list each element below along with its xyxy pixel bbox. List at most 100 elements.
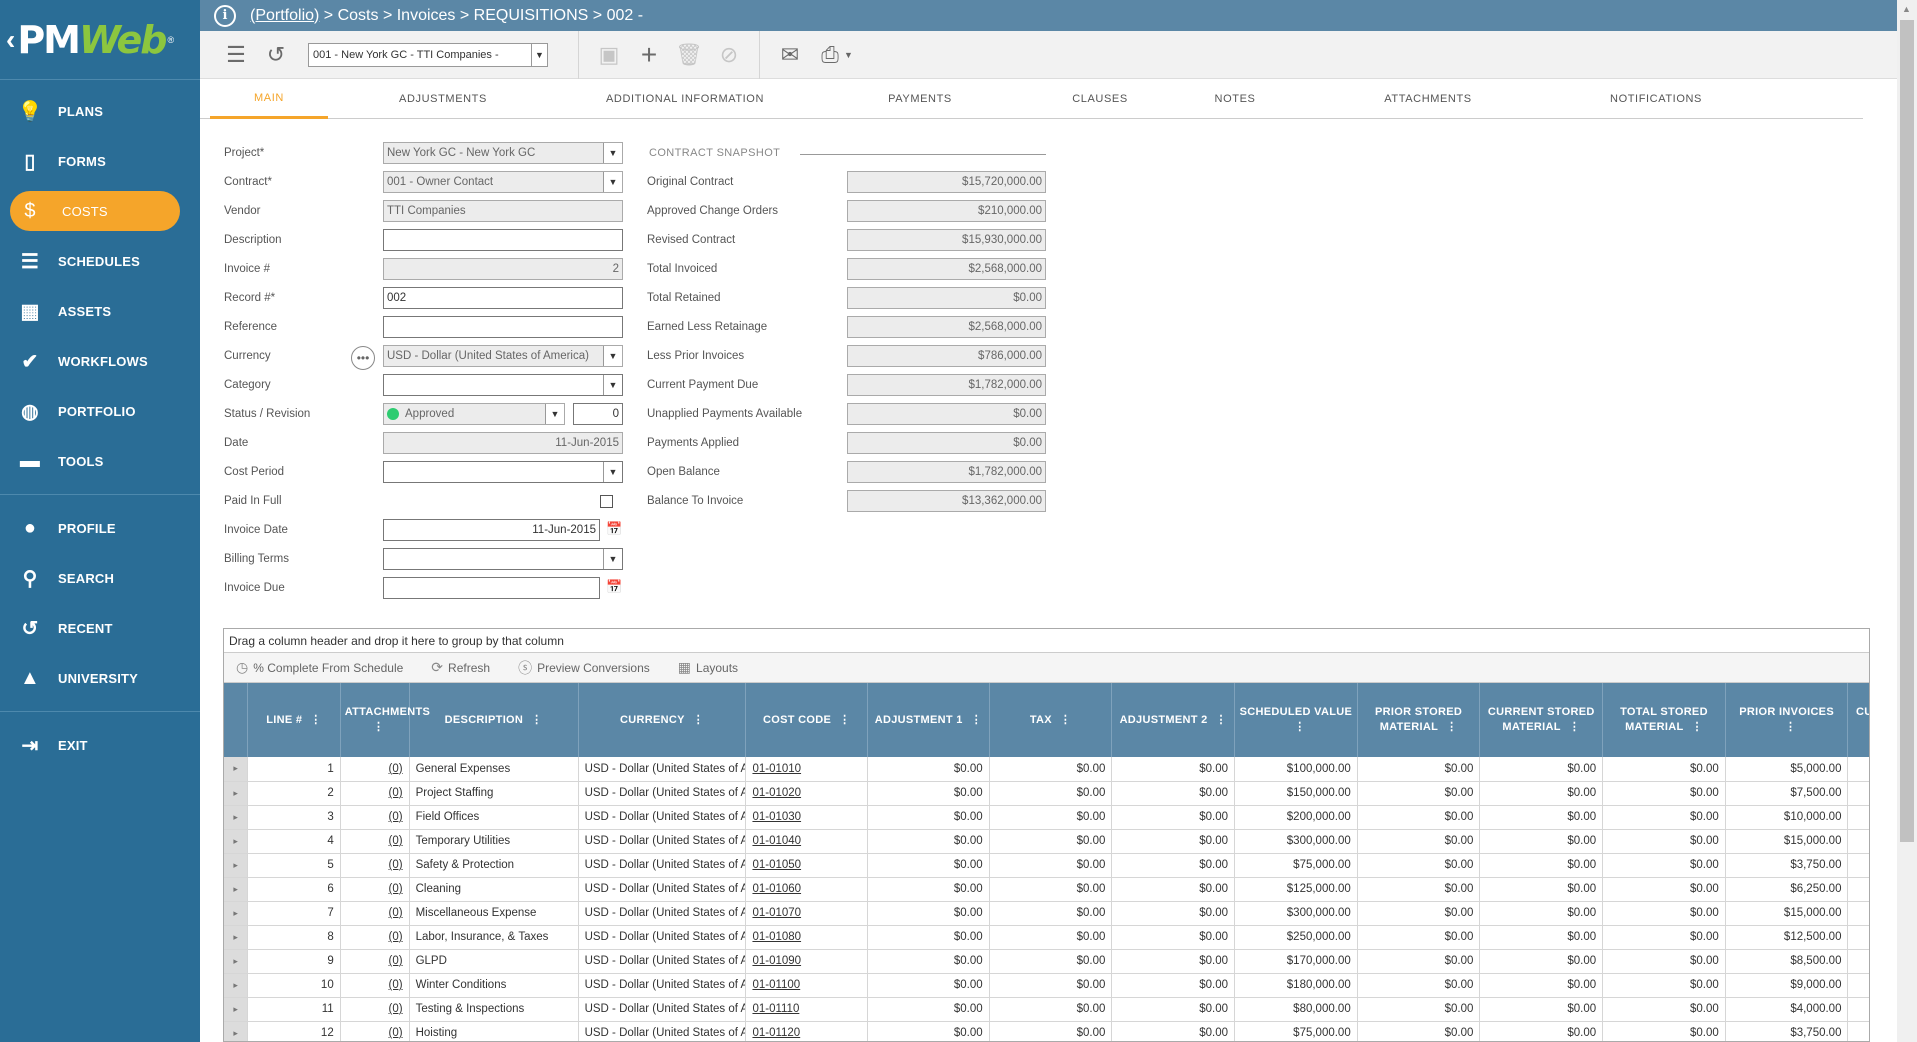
cell-attachments[interactable]: (0) <box>340 829 410 854</box>
expand-row-icon[interactable]: ▸ <box>224 829 249 854</box>
cell-attachments[interactable]: (0) <box>340 781 410 806</box>
expand-row-icon[interactable]: ▸ <box>224 781 249 806</box>
invoice-due-input[interactable] <box>383 577 600 599</box>
column-header-currency[interactable]: CURRENCY ⋮ <box>578 683 747 757</box>
tab-notes[interactable]: NOTES <box>1190 79 1280 119</box>
sidebar-item-university[interactable]: ▲ UNIVERSITY <box>0 653 200 703</box>
vertical-scrollbar[interactable]: ▲ <box>1897 0 1917 1042</box>
cell-attachments[interactable]: (0) <box>340 853 410 878</box>
sidebar-item-recent[interactable]: ↺ RECENT <box>0 603 200 653</box>
column-menu-icon[interactable]: ⋮ <box>1216 713 1227 728</box>
table-row[interactable]: ▸ 9 (0) GLPD USD - Dollar (United States of … <box>224 949 1869 974</box>
column-menu-icon[interactable]: ⋮ <box>531 713 542 728</box>
chevron-down-icon[interactable]: ▼ <box>603 143 622 163</box>
info-icon[interactable]: i <box>214 4 236 27</box>
refresh-button[interactable]: ⟳ Refresh <box>431 659 490 676</box>
cell-cost-code[interactable]: 01-01050 <box>745 853 869 878</box>
expand-row-icon[interactable]: ▸ <box>224 901 249 926</box>
column-menu-icon[interactable]: ⋮ <box>693 713 704 728</box>
cell-attachments[interactable]: (0) <box>340 949 410 974</box>
currency-more-icon[interactable]: ••• <box>351 346 375 370</box>
cell-cost-code[interactable]: 01-01030 <box>745 805 869 830</box>
column-header-line-number[interactable]: LINE # ⋮ <box>247 683 341 757</box>
column-header-prior-invoices[interactable]: PRIOR INVOICES ⋮ <box>1725 683 1849 757</box>
sidebar-item-plans[interactable]: 💡 PLANS <box>0 86 200 136</box>
expand-row-icon[interactable]: ▸ <box>224 853 249 878</box>
collapse-chevron-icon[interactable]: ‹ <box>6 24 15 56</box>
column-header-total-stored-material[interactable]: TOTAL STORED MATERIAL ⋮ <box>1602 683 1726 757</box>
cell-cost-code[interactable]: 01-01120 <box>745 1021 869 1041</box>
chevron-down-icon[interactable]: ▼ <box>545 404 564 424</box>
column-header-current-invoice[interactable]: CURRENT INVOICE⋮ <box>1847 683 1869 757</box>
table-row[interactable]: ▸ 6 (0) Cleaning USD - Dollar (United States… <box>224 877 1869 902</box>
expand-row-icon[interactable]: ▸ <box>224 877 249 902</box>
scrollbar-thumb[interactable] <box>1900 20 1914 842</box>
table-row[interactable]: ▸ 5 (0) Safety & Protection USD - Dollar (Un… <box>224 853 1869 878</box>
calendar-icon[interactable]: 📅 <box>606 579 622 595</box>
expand-row-icon[interactable]: ▸ <box>224 997 249 1022</box>
void-icon[interactable]: ⊘ <box>709 35 749 75</box>
contract-select[interactable]: 001 - Owner Contact ▼ <box>383 171 623 193</box>
cell-cost-code[interactable]: 01-01090 <box>745 949 869 974</box>
expand-row-icon[interactable]: ▸ <box>224 949 249 974</box>
column-header-tax[interactable]: TAX ⋮ <box>989 683 1113 757</box>
revision-input[interactable]: 0 <box>573 403 623 425</box>
scroll-up-icon[interactable]: ▲ <box>1902 4 1911 14</box>
preview-conversions-button[interactable]: ⓢ Preview Conversions <box>518 658 650 678</box>
cell-attachments[interactable]: (0) <box>340 997 410 1022</box>
sidebar-item-exit[interactable]: ⇥ EXIT <box>0 720 200 770</box>
table-row[interactable]: ▸ 3 (0) Field Offices USD - Dollar (United S… <box>224 805 1869 830</box>
cell-cost-code[interactable]: 01-01010 <box>745 757 869 782</box>
percent-complete-button[interactable]: ◷ % Complete From Schedule <box>236 659 403 676</box>
cell-attachments[interactable]: (0) <box>340 1021 410 1041</box>
invoice-date-input[interactable]: 11-Jun-2015 <box>383 519 600 541</box>
column-header-current-stored-material[interactable]: CURRENT STORED MATERIAL ⋮ <box>1479 683 1604 757</box>
email-icon[interactable]: ✉ <box>770 35 810 75</box>
table-row[interactable]: ▸ 8 (0) Labor, Insurance, & Taxes USD - Doll… <box>224 925 1869 950</box>
group-drop-area[interactable]: Drag a column header and drop it here to… <box>224 629 1869 653</box>
chevron-down-icon[interactable]: ▼ <box>603 549 622 569</box>
sidebar-item-tools[interactable]: ▬ TOOLS <box>0 436 200 486</box>
sidebar-item-profile[interactable]: ● PROFILE <box>0 503 200 553</box>
column-header-adjustment-1[interactable]: ADJUSTMENT 1 ⋮ <box>867 683 990 757</box>
column-header-prior-stored-material[interactable]: PRIOR STORED MATERIAL ⋮ <box>1357 683 1481 757</box>
column-menu-icon[interactable]: ⋮ <box>839 713 850 728</box>
cost-period-select[interactable]: ▼ <box>383 461 623 483</box>
print-dropdown-icon[interactable]: ▼ <box>844 50 853 60</box>
cell-attachments[interactable]: (0) <box>340 877 410 902</box>
cell-cost-code[interactable]: 01-01020 <box>745 781 869 806</box>
column-header-scheduled-value[interactable]: SCHEDULED VALUE ⋮ <box>1234 683 1358 757</box>
chevron-down-icon[interactable]: ▼ <box>603 462 622 482</box>
cell-attachments[interactable]: (0) <box>340 973 410 998</box>
sidebar-item-search[interactable]: ⚲ SEARCH <box>0 553 200 603</box>
table-row[interactable]: ▸ 1 (0) General Expenses USD - Dollar (Unite… <box>224 757 1869 782</box>
pmweb-logo[interactable]: ‹ PMWeb ® <box>0 0 200 80</box>
expand-row-icon[interactable]: ▸ <box>224 757 249 782</box>
column-menu-icon[interactable]: ⋮ <box>971 713 982 728</box>
column-menu-icon[interactable]: ⋮ <box>373 720 384 735</box>
breadcrumb-portfolio-link[interactable]: (Portfolio) <box>250 7 319 25</box>
chevron-down-icon[interactable]: ▼ <box>603 172 622 192</box>
table-row[interactable]: ▸ 2 (0) Project Staffing USD - Dollar (Unite… <box>224 781 1869 806</box>
table-row[interactable]: ▸ 10 (0) Winter Conditions USD - Dollar (Uni… <box>224 973 1869 998</box>
project-select[interactable]: New York GC - New York GC ▼ <box>383 142 623 164</box>
chevron-down-icon[interactable]: ▼ <box>603 346 622 366</box>
billing-terms-select[interactable]: ▼ <box>383 548 623 570</box>
cell-cost-code[interactable]: 01-01100 <box>745 973 869 998</box>
sidebar-item-portfolio[interactable]: ◍ PORTFOLIO <box>0 386 200 436</box>
cell-attachments[interactable]: (0) <box>340 757 410 782</box>
cell-attachments[interactable]: (0) <box>340 901 410 926</box>
cell-cost-code[interactable]: 01-01080 <box>745 925 869 950</box>
layouts-button[interactable]: ▦ Layouts <box>678 659 738 676</box>
expand-row-icon[interactable]: ▸ <box>224 805 249 830</box>
list-icon[interactable]: ☰ <box>216 35 256 75</box>
column-menu-icon[interactable]: ⋮ <box>1692 720 1703 735</box>
expand-row-icon[interactable]: ▸ <box>224 973 249 998</box>
column-header-attachments[interactable]: ATTACHMENTS ⋮ <box>340 683 430 757</box>
tab-clauses[interactable]: CLAUSES <box>1050 79 1150 119</box>
column-header-description[interactable]: DESCRIPTION ⋮ <box>409 683 579 757</box>
currency-select[interactable]: USD - Dollar (United States of America) ▼ <box>383 345 623 367</box>
sidebar-item-assets[interactable]: ▦ ASSETS <box>0 286 200 336</box>
status-select[interactable]: Approved ▼ <box>383 403 565 425</box>
sidebar-item-workflows[interactable]: ✔ WORKFLOWS <box>0 336 200 386</box>
